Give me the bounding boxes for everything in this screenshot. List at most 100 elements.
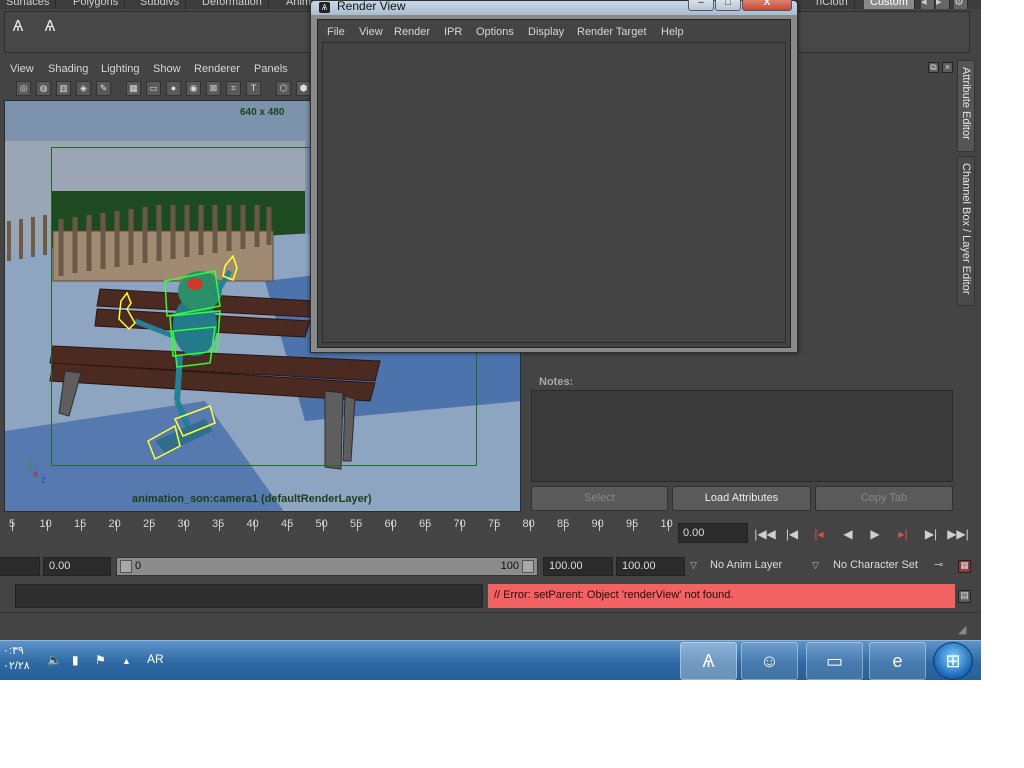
- character-set-dropdown[interactable]: No Character Set: [829, 557, 929, 576]
- select-camera-icon[interactable]: ◎: [16, 81, 31, 96]
- animation-end-field[interactable]: 100.00: [616, 557, 685, 576]
- key-icon[interactable]: ⊸: [934, 558, 943, 571]
- rv-menu-options[interactable]: Options: [476, 26, 514, 38]
- play-forward-icon[interactable]: ▶: [864, 525, 886, 543]
- volume-icon[interactable]: 🔈: [47, 653, 62, 667]
- language-indicator[interactable]: AR: [147, 652, 164, 666]
- time-tick-label: 90: [591, 518, 604, 530]
- anim-layer-dropdown[interactable]: No Anim Layer: [706, 557, 806, 576]
- render-view-body: File View Render IPR Options Display Ren…: [317, 19, 791, 348]
- chevron-down-icon[interactable]: ▽: [690, 560, 697, 571]
- play-backward-icon[interactable]: ◀: [837, 525, 859, 543]
- shelf-tab-custom[interactable]: Custom: [864, 0, 915, 9]
- resize-grip-icon[interactable]: ◢: [958, 623, 966, 636]
- clock-date: ٠٢/٢٨: [3, 660, 30, 672]
- camera-attributes-icon[interactable]: ◍: [36, 81, 51, 96]
- start-time-stub[interactable]: [0, 557, 40, 576]
- panel-menu-shading[interactable]: Shading: [48, 63, 88, 75]
- side-tab-bar: Attribute Editor Channel Box / Layer Edi…: [957, 60, 975, 312]
- resolution-label: 640 x 480: [240, 107, 285, 118]
- step-forward-frame-icon[interactable]: ▸|: [892, 525, 914, 543]
- tab-channel-box[interactable]: Channel Box / Layer Editor: [957, 156, 975, 306]
- copy-tab-button[interactable]: Copy Tab: [815, 486, 953, 511]
- render-view-canvas[interactable]: [322, 42, 786, 343]
- rv-menu-help[interactable]: Help: [661, 26, 684, 38]
- range-slider-bar[interactable]: 0 100: [116, 557, 538, 576]
- time-slider[interactable]: 5 10 15 20 25 30 35 40 45 50 55 60 65 70 75 80 85 90 95 10: [0, 515, 676, 551]
- go-to-end-icon[interactable]: ▶▶|: [947, 525, 969, 543]
- panel-menu-lighting[interactable]: Lighting: [101, 63, 140, 75]
- grease-pencil-icon[interactable]: ✎: [96, 81, 111, 96]
- custom-script-icon-2[interactable]: Ѧ: [41, 18, 59, 36]
- panel-menu-show[interactable]: Show: [153, 63, 181, 75]
- rv-menu-file[interactable]: File: [327, 26, 345, 38]
- film-gate-icon[interactable]: ▭: [146, 81, 161, 96]
- rv-menu-render-target[interactable]: Render Target: [577, 26, 647, 38]
- command-line-result: // Error: setParent: Object 'renderView'…: [488, 584, 955, 608]
- load-attributes-button[interactable]: Load Attributes: [672, 486, 811, 511]
- time-tick-label: 40: [246, 518, 259, 530]
- step-back-key-icon[interactable]: |◀: [781, 525, 803, 543]
- current-time-field[interactable]: 0.00: [678, 523, 748, 543]
- shelf-tab-polygons[interactable]: Polygons: [67, 0, 126, 9]
- wireframe-icon[interactable]: ⬡: [276, 81, 291, 96]
- internet-explorer-icon[interactable]: e: [869, 642, 926, 680]
- end-time-field[interactable]: 100.00: [543, 557, 613, 576]
- close-icon[interactable]: X: [742, 0, 792, 11]
- range-start-handle[interactable]: [120, 560, 132, 573]
- start-time-field[interactable]: 0.00: [43, 557, 111, 576]
- grid-icon[interactable]: ▦: [126, 81, 141, 96]
- bookmarks-icon[interactable]: ▥: [56, 81, 71, 96]
- rv-menu-render[interactable]: Render: [394, 26, 430, 38]
- panel-menu-view[interactable]: View: [10, 63, 34, 75]
- network-icon[interactable]: ▮: [72, 653, 79, 667]
- render-view-titlebar[interactable]: Ѧ Render View – □ X: [311, 0, 797, 15]
- explorer-taskbar-icon[interactable]: ▭: [806, 642, 863, 680]
- maya-taskbar-button[interactable]: Ѧ: [680, 642, 737, 680]
- clock[interactable]: ٠:٣٩ ٠٢/٢٨: [3, 644, 30, 674]
- safe-action-icon[interactable]: ⌗: [226, 81, 241, 96]
- start-button-icon[interactable]: ⊞: [933, 642, 973, 680]
- shelf-tab-subdivs[interactable]: Subdivs: [134, 0, 187, 9]
- shelf-tab-deformation[interactable]: Deformation: [196, 0, 269, 9]
- gate-mask-icon[interactable]: ◉: [186, 81, 201, 96]
- playback-end-label: 100: [500, 560, 519, 572]
- messenger-taskbar-icon[interactable]: ☺: [741, 642, 798, 680]
- shelf-scroll-right-icon[interactable]: ▸: [936, 0, 950, 9]
- show-hidden-icons-icon[interactable]: ▲: [122, 656, 131, 666]
- minimize-icon[interactable]: –: [688, 0, 714, 11]
- tab-attribute-editor[interactable]: Attribute Editor: [957, 60, 975, 152]
- shelf-tab-surfaces[interactable]: Surfaces: [0, 0, 57, 9]
- rv-menu-view[interactable]: View: [359, 26, 383, 38]
- range-end-handle[interactable]: [522, 560, 534, 573]
- action-center-icon[interactable]: ⚑: [95, 653, 106, 667]
- go-to-start-icon[interactable]: |◀◀: [754, 525, 776, 543]
- panel-menu-panels[interactable]: Panels: [254, 63, 288, 75]
- resolution-gate-icon[interactable]: ●: [166, 81, 181, 96]
- safe-title-icon[interactable]: T: [246, 81, 261, 96]
- rv-menu-display[interactable]: Display: [528, 26, 564, 38]
- smooth-shade-icon[interactable]: ⬢: [296, 81, 311, 96]
- script-editor-icon[interactable]: ▤: [958, 590, 971, 603]
- help-line: ◢: [0, 612, 981, 638]
- preferences-icon[interactable]: ▦: [958, 560, 971, 573]
- select-button[interactable]: Select: [531, 486, 668, 511]
- float-panel-icon[interactable]: ⧉: [928, 62, 939, 73]
- panel-menu-renderer[interactable]: Renderer: [194, 63, 240, 75]
- step-forward-key-icon[interactable]: ▶|: [920, 525, 942, 543]
- shelf-tab-ncloth[interactable]: nCloth: [810, 0, 855, 9]
- notes-textarea[interactable]: [531, 390, 953, 482]
- shelf-menu-icon[interactable]: ⚙: [954, 0, 968, 9]
- field-chart-icon[interactable]: ⊠: [206, 81, 221, 96]
- chevron-down-icon[interactable]: ▽: [812, 560, 819, 571]
- shelf-scroll-left-icon[interactable]: ◂: [921, 0, 935, 9]
- custom-script-icon-1[interactable]: Ѧ: [9, 18, 27, 36]
- command-line-input[interactable]: [15, 584, 483, 608]
- image-plane-icon[interactable]: ◈: [76, 81, 91, 96]
- rv-menu-ipr[interactable]: IPR: [444, 26, 462, 38]
- playback-start-label: 0: [135, 560, 142, 572]
- close-panel-icon[interactable]: ×: [942, 62, 953, 73]
- maximize-icon[interactable]: □: [715, 0, 741, 11]
- range-slider-row: 0.00 0 100 100.00 100.00 ▽ No Anim Layer…: [0, 555, 981, 579]
- step-back-frame-icon[interactable]: |◂: [808, 525, 830, 543]
